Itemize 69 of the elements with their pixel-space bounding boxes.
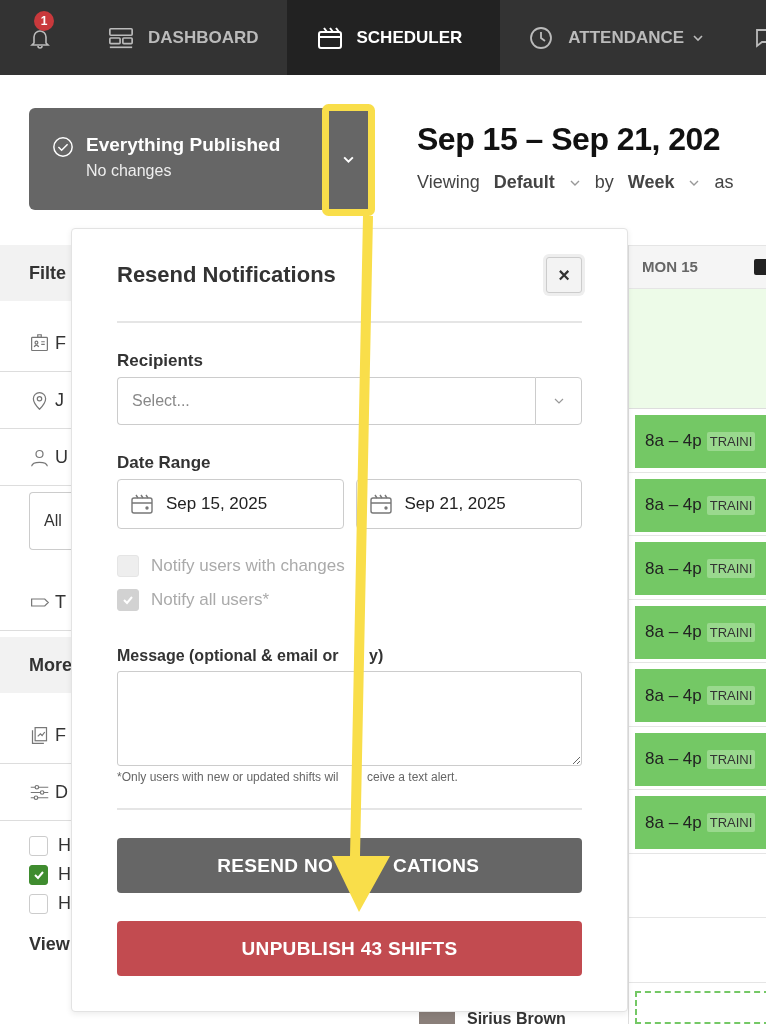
unpublish-shifts-button[interactable]: UNPUBLISH 43 SHIFTS <box>117 921 582 976</box>
checkbox[interactable] <box>29 835 48 856</box>
dropdown-toggle[interactable] <box>535 377 582 425</box>
clock-icon <box>528 25 555 50</box>
shift-card[interactable]: 8a – 4p TRAINI <box>635 669 766 723</box>
publish-status-title: Everything Published <box>86 134 281 156</box>
date-field[interactable]: Sep 15, 2025 <box>117 479 344 529</box>
sidebar-label: View <box>28 934 71 955</box>
view-dropdown[interactable]: Week <box>627 172 701 193</box>
check-icon <box>122 594 134 606</box>
calendar-icon <box>316 25 343 50</box>
caret-icon <box>568 178 581 187</box>
shift-card[interactable]: 8a – 4p TRAINI <box>635 414 766 468</box>
nav-tab[interactable]: SCHEDULER <box>286 0 501 75</box>
nav-tab[interactable]: ATTENDANCE <box>500 0 733 75</box>
notification-count: 1 <box>34 11 54 31</box>
resend-notifications-button[interactable]: RESEND NO CATIONS <box>117 838 582 893</box>
field-label: Date Range <box>117 453 212 473</box>
calendar-icon <box>130 492 154 516</box>
check-circle-icon <box>52 136 74 158</box>
nav-tab[interactable]: DASHBOARD <box>80 0 287 75</box>
checkbox-option[interactable]: H <box>29 835 71 856</box>
shift-tag: TRAINI <box>706 749 756 769</box>
field-label: Recipients <box>117 351 204 371</box>
caret-icon <box>342 154 355 164</box>
checkbox-option[interactable]: H <box>29 893 71 914</box>
modal-title: Resend Notifications <box>117 262 336 288</box>
publish-status-button[interactable]: Everything Published No changes <box>29 108 322 210</box>
shift-tag: TRAINI <box>706 813 756 833</box>
shift-card[interactable]: 8a – 4p TRAINI <box>635 605 766 659</box>
message-field[interactable] <box>117 671 582 766</box>
shift-tag: TRAINI <box>706 686 756 706</box>
date-range-title: Sep 15 – Sep 21, 202 <box>417 121 722 158</box>
shift-card[interactable]: 8a – 4p TRAINI <box>635 732 766 786</box>
checkbox[interactable] <box>29 893 48 914</box>
checkbox-option[interactable]: H <box>29 864 71 885</box>
sidebar-section-header[interactable]: More <box>0 637 71 693</box>
add-shift-slot[interactable] <box>635 990 766 1024</box>
checkbox-icon[interactable] <box>754 258 766 275</box>
calendar-icon <box>368 492 393 516</box>
shift-tag: TRAINI <box>706 495 756 515</box>
close-button[interactable]: × <box>546 257 582 293</box>
hint-text: *Only users with new or updated shifts wil <box>117 770 340 784</box>
notifications-button[interactable]: 1 <box>0 0 80 75</box>
field-label: Message (optional & email or <box>117 647 340 665</box>
dashboard-icon <box>108 25 134 50</box>
id-badge-icon <box>29 332 50 354</box>
publish-status-subtitle: No changes <box>86 162 173 180</box>
day-label: MON 15 <box>642 258 699 276</box>
caret-icon <box>552 397 565 405</box>
shift-card[interactable]: 8a – 4p TRAINI <box>635 478 766 532</box>
employee-name: Sirius Brown <box>467 1010 566 1024</box>
shift-tag: TRAINI <box>706 559 756 579</box>
view-label: as <box>714 172 734 193</box>
field-label: y) <box>369 647 384 665</box>
recipients-field[interactable]: Select... <box>117 377 535 425</box>
sidebar-section-header[interactable]: Filte <box>0 245 71 301</box>
report-icon <box>29 724 50 746</box>
view-label: by <box>594 172 614 193</box>
view-dropdown[interactable]: Default <box>493 172 581 193</box>
checkbox[interactable] <box>29 864 48 885</box>
shift-card[interactable]: 8a – 4p TRAINI <box>635 796 766 850</box>
shift-tag: TRAINI <box>706 622 756 642</box>
shift-card[interactable]: 8a – 4p TRAINI <box>635 542 766 596</box>
caret-icon <box>688 178 701 187</box>
view-label: Viewing <box>417 172 480 193</box>
hint-text: ceive a text alert. <box>367 770 458 784</box>
date-field[interactable]: Sep 21, 2025 <box>355 479 582 529</box>
shift-tag: TRAINI <box>706 431 756 451</box>
